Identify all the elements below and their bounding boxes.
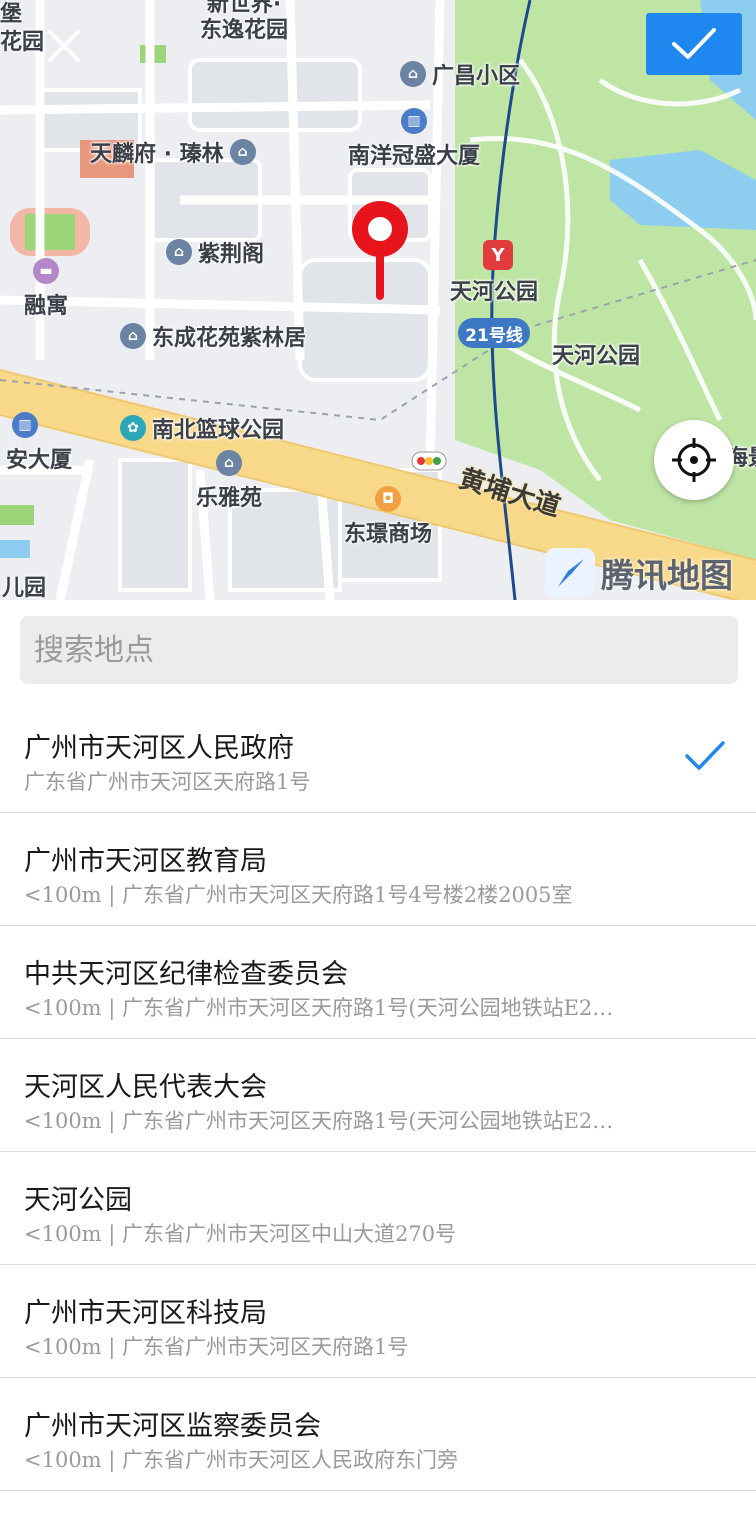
poi-label: 儿园 (2, 576, 47, 600)
poi-an-building[interactable]: ▥ 安大厦 (6, 412, 72, 474)
residential-icon: ⌂ (166, 239, 192, 265)
poi-label: 天麟府 · 瑧林 (90, 142, 224, 167)
tencent-map-logo-icon (545, 548, 595, 598)
map-brand: 腾讯地图 (545, 548, 733, 598)
hotel-icon: ▬ (33, 258, 59, 284)
crosshair-icon (672, 438, 716, 482)
confirm-button[interactable] (646, 13, 742, 75)
building-icon: ▥ (12, 412, 38, 438)
poi-label: 安大厦 (6, 448, 73, 473)
residential-icon: ⌂ (216, 450, 242, 476)
poi-edge-garden[interactable]: 花园 (0, 24, 44, 56)
list-item[interactable]: 中共天河区纪律检查委员会 <100m | 广东省广州市天河区天府路1号(天河公园… (0, 926, 756, 1039)
poi-basketball-park[interactable]: ✿ 南北篮球公园 (120, 412, 284, 444)
place-name: 天河公园 (24, 1185, 132, 1216)
poi-kindergarten[interactable]: 儿园 (2, 570, 46, 600)
brand-label: 腾讯地图 (601, 556, 733, 595)
poi-label: 融寓 (24, 294, 69, 319)
list-item[interactable]: 天河公园 <100m | 广东省广州市天河区中山大道270号 (0, 1152, 756, 1265)
place-name: 中共天河区纪律检查委员会 (24, 959, 348, 990)
place-address: <100m | 广东省广州市天河区中山大道270号 (24, 1222, 457, 1246)
list-item[interactable]: 广州市天河区人民政府 广东省广州市天河区天府路1号 (0, 700, 756, 813)
place-address: <100m | 广东省广州市天河区天府路1号4号楼2楼2005室 (24, 883, 573, 907)
poi-tianhe-park[interactable]: 天河公园 (552, 338, 640, 370)
poi-label: 南洋冠盛大厦 (348, 144, 481, 169)
place-name: 天河区人民代表大会 (24, 1072, 267, 1103)
poi-guangchang[interactable]: ⌂ 广昌小区 (400, 58, 520, 90)
place-address: <100m | 广东省广州市天河区人民政府东门旁 (24, 1448, 459, 1472)
poi-label: 新世界· 东逸花园 (200, 0, 289, 43)
place-address: <100m | 广东省广州市天河区天府路1号(天河公园地铁站E2… (24, 996, 614, 1020)
poi-label: 天河公园 (552, 344, 641, 369)
poi-label: 东璟商场 (344, 522, 433, 547)
shopping-icon: ◘ (375, 486, 401, 512)
poi-dongcheng[interactable]: ⌂ 东成花苑紫林居 (120, 320, 306, 352)
place-address: <100m | 广东省广州市天河区天府路1号(天河公园地铁站E2… (24, 1109, 614, 1133)
poi-label: 天河公园 (450, 280, 539, 305)
metro-icon: Y (483, 240, 513, 270)
poi-tianhe-park-station[interactable]: 天河公园 (450, 274, 538, 306)
building-icon: ▥ (401, 108, 427, 134)
poi-dongjing-mall[interactable]: ◘ 东璟商场 (344, 486, 432, 548)
list-item[interactable]: 天河区人民代表大会 <100m | 广东省广州市天河区天府路1号(天河公园地铁站… (0, 1039, 756, 1152)
check-icon (672, 28, 716, 59)
poi-dongyi-garden[interactable]: 新世界· 东逸花园 (200, 0, 288, 44)
poi-tianlinfu[interactable]: 天麟府 · 瑧林 ⌂ (90, 136, 256, 168)
poi-zijingge[interactable]: ⌂ 紫荆阁 (166, 236, 264, 268)
map-view[interactable]: 新世界· 东逸花园 ⌂ 广昌小区 ▥ 南洋冠盛大厦 天麟府 · 瑧林 ⌂ ⌂ 紫… (0, 0, 756, 600)
residential-icon: ⌂ (120, 323, 146, 349)
poi-label: 花园 (0, 30, 45, 55)
place-name: 广州市天河区人民政府 (24, 733, 294, 764)
poi-label: 南北篮球公园 (152, 418, 285, 443)
close-button[interactable] (44, 26, 84, 66)
poi-label: 乐雅苑 (196, 486, 263, 511)
list-item[interactable]: 广州市天河区教育局 <100m | 广东省广州市天河区天府路1号4号楼2楼200… (0, 813, 756, 926)
poi-nanyang-tower[interactable]: ▥ 南洋冠盛大厦 (348, 108, 480, 170)
poi-label: 东成花苑紫林居 (152, 326, 307, 351)
place-address: 广东省广州市天河区天府路1号 (24, 770, 311, 794)
location-pin-icon (352, 201, 408, 300)
list-item[interactable]: 广州市天河区科技局 <100m | 广东省广州市天河区天府路1号 (0, 1265, 756, 1378)
poi-label: 广昌小区 (432, 64, 521, 89)
list-item[interactable]: 广州市天河区监察委员会 <100m | 广东省广州市天河区人民政府东门旁 (0, 1378, 756, 1491)
residential-icon: ⌂ (229, 139, 256, 165)
search-bar[interactable] (20, 616, 738, 684)
poi-rongyu[interactable]: ▬ 融寓 (24, 258, 68, 320)
park-icon: ✿ (120, 415, 146, 441)
search-input[interactable] (32, 631, 726, 669)
place-name: 广州市天河区科技局 (24, 1298, 267, 1329)
metro-line-badge: 21号线 (458, 318, 530, 348)
close-icon (48, 30, 80, 62)
poi-leyayuan[interactable]: ⌂ 乐雅苑 (196, 450, 262, 512)
residential-icon: ⌂ (400, 61, 426, 87)
locate-me-button[interactable] (654, 420, 734, 500)
place-address: <100m | 广东省广州市天河区天府路1号 (24, 1335, 409, 1359)
place-name: 广州市天河区教育局 (24, 846, 267, 877)
place-name: 广州市天河区监察委员会 (24, 1411, 321, 1442)
selected-check-icon (685, 741, 725, 770)
poi-label: 紫荆阁 (198, 242, 265, 267)
results-list: 广州市天河区人民政府 广东省广州市天河区天府路1号 广州市天河区教育局 <100… (0, 700, 756, 1491)
